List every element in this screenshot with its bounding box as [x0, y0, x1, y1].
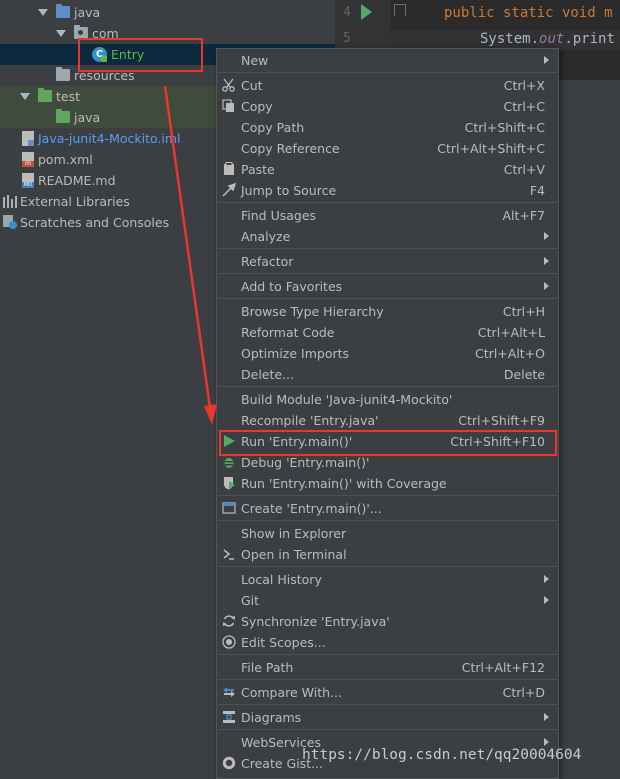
menu-item-copy-path[interactable]: Copy Path Ctrl+Shift+C — [217, 117, 558, 138]
github-icon — [222, 756, 236, 770]
code-token: .print — [564, 31, 615, 47]
copy-icon — [222, 99, 234, 112]
menu-item-synchronize[interactable]: Synchronize 'Entry.java' — [217, 611, 558, 632]
tree-item-label: External Libraries — [20, 194, 130, 209]
menu-item-delete[interactable]: Delete... Delete — [217, 364, 558, 385]
menu-item-analyze[interactable]: Analyze — [217, 226, 558, 247]
compare-icon — [223, 687, 235, 697]
tree-item-label: java — [74, 110, 101, 125]
menu-item-open-in-terminal[interactable]: Open in Terminal — [217, 544, 558, 565]
menu-item-reformat-code[interactable]: Reformat Code Ctrl+Alt+L — [217, 322, 558, 343]
paste-icon — [224, 162, 234, 175]
menu-item-add-to-favorites[interactable]: Add to Favorites — [217, 276, 558, 297]
menu-item-create-config[interactable]: Create 'Entry.main()'... — [217, 498, 558, 519]
tree-item-java[interactable]: java — [0, 2, 335, 23]
menu-item-copy[interactable]: Copy Ctrl+C — [217, 96, 558, 117]
menu-item-compare-with[interactable]: Compare With... Ctrl+D — [217, 682, 558, 703]
submenu-arrow-icon — [544, 596, 549, 604]
menu-item-paste[interactable]: Paste Ctrl+V — [217, 159, 558, 180]
submenu-arrow-icon — [544, 282, 549, 290]
terminal-icon — [223, 549, 234, 560]
menu-item-build-module[interactable]: Build Module 'Java-junit4-Mockito' — [217, 389, 558, 410]
highlight-box-run — [219, 430, 557, 456]
expand-arrow-icon[interactable] — [20, 93, 30, 100]
submenu-arrow-icon — [544, 56, 549, 64]
markdown-file-icon — [22, 173, 34, 188]
library-icon — [3, 195, 17, 208]
menu-item-copy-reference[interactable]: Copy Reference Ctrl+Alt+Shift+C — [217, 138, 558, 159]
submenu-arrow-icon — [544, 257, 549, 265]
code-token: m — [604, 5, 613, 21]
tree-item-label: README.md — [38, 173, 116, 188]
code-line-4: public static void m — [444, 5, 613, 21]
watermark-text: https://blog.csdn.net/qq20004604 — [302, 747, 582, 763]
menu-item-cut[interactable]: Cut Ctrl+X — [217, 75, 558, 96]
menu-item-file-path[interactable]: File Path Ctrl+Alt+F12 — [217, 657, 558, 678]
menu-item-refactor[interactable]: Refactor — [217, 251, 558, 272]
fold-marker-icon[interactable] — [394, 4, 406, 16]
edit-scopes-icon — [222, 635, 236, 649]
create-config-icon — [222, 502, 236, 514]
expand-arrow-icon[interactable] — [38, 9, 48, 16]
menu-item-show-in-explorer[interactable]: Show in Explorer — [217, 523, 558, 544]
tree-item-label: pom.xml — [38, 152, 93, 167]
tree-item-label: Java-junit4-Mockito.iml — [38, 131, 181, 146]
code-line-5: System.out.print — [480, 31, 615, 47]
code-token: out — [539, 31, 565, 47]
menu-item-find-usages[interactable]: Find Usages Alt+F7 — [217, 205, 558, 226]
scratches-icon — [3, 215, 18, 230]
menu-item-diagrams[interactable]: Diagrams — [217, 707, 558, 728]
synchronize-icon — [223, 615, 235, 627]
highlight-box-entry — [78, 38, 203, 72]
expand-arrow-icon[interactable] — [56, 30, 66, 37]
debug-icon — [224, 458, 234, 468]
menu-item-jump-to-source[interactable]: Jump to Source F4 — [217, 180, 558, 201]
menu-item-recompile[interactable]: Recompile 'Entry.java' Ctrl+Shift+F9 — [217, 410, 558, 431]
tree-item-label: test — [56, 89, 81, 104]
submenu-arrow-icon — [544, 713, 549, 721]
code-keywords: public static void — [444, 5, 605, 21]
menu-item-local-history[interactable]: Local History — [217, 569, 558, 590]
menu-item-browse-type-hierarchy[interactable]: Browse Type Hierarchy Ctrl+H — [217, 301, 558, 322]
scissors-icon — [222, 78, 235, 92]
tree-item-label: java — [74, 5, 101, 20]
submenu-arrow-icon — [544, 575, 549, 583]
source-folder-icon — [56, 4, 70, 18]
submenu-arrow-icon — [544, 738, 549, 746]
resources-folder-icon — [56, 67, 70, 81]
test-folder-icon — [38, 88, 52, 102]
menu-item-new[interactable]: New — [217, 50, 558, 71]
tree-item-label: Scratches and Consoles — [20, 215, 170, 230]
menu-item-run-with-coverage[interactable]: Run 'Entry.main()' with Coverage — [217, 473, 558, 494]
menu-item-git[interactable]: Git — [217, 590, 558, 611]
context-menu: New Cut Ctrl+X Copy Ctrl+C Copy Path Ctrl+S… — [216, 48, 559, 779]
module-file-icon — [22, 131, 34, 146]
menu-item-edit-scopes[interactable]: Edit Scopes... — [217, 632, 558, 653]
menu-item-optimize-imports[interactable]: Optimize Imports Ctrl+Alt+O — [217, 343, 558, 364]
run-gutter-icon[interactable] — [361, 4, 372, 20]
line-number: 4 — [343, 5, 351, 20]
submenu-arrow-icon — [544, 232, 549, 240]
maven-file-icon — [22, 152, 34, 167]
line-number: 5 — [343, 31, 351, 46]
code-token: System. — [480, 31, 540, 47]
coverage-icon — [224, 477, 235, 490]
jump-to-source-icon — [222, 183, 236, 197]
test-source-folder-icon — [56, 109, 70, 123]
diagrams-icon — [223, 711, 235, 723]
